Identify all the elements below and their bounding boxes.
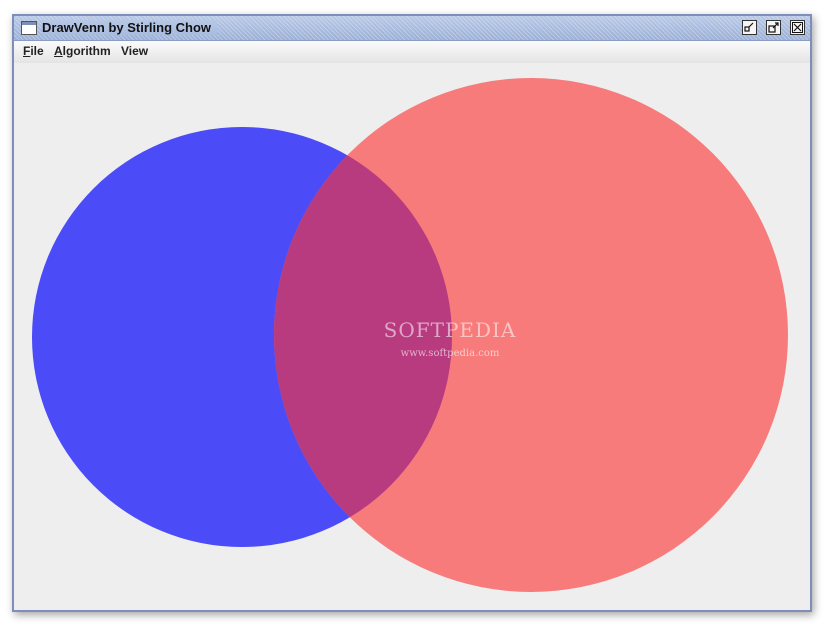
- menu-file[interactable]: File: [23, 44, 44, 58]
- watermark-url: www.softpedia.com: [401, 348, 500, 359]
- minimize-icon[interactable]: [742, 20, 757, 35]
- venn-canvas[interactable]: SOFTPEDIA www.softpedia.com: [14, 63, 810, 610]
- menu-bar: File Algorithm View: [14, 41, 810, 64]
- watermark-brand: SOFTPEDIA: [384, 318, 517, 342]
- title-bar[interactable]: DrawVenn by Stirling Chow: [14, 16, 810, 41]
- menu-algorithm[interactable]: Algorithm: [54, 44, 111, 58]
- app-window: DrawVenn by Stirling Chow File Algorithm…: [12, 14, 812, 612]
- window-title: DrawVenn by Stirling Chow: [42, 20, 218, 35]
- close-icon[interactable]: [790, 20, 805, 35]
- menu-view[interactable]: View: [121, 44, 148, 58]
- menu-file-rest: ile: [30, 44, 44, 58]
- menu-algorithm-rest: lgorithm: [62, 44, 111, 58]
- app-window-icon[interactable]: [21, 21, 37, 35]
- menu-view-label: View: [121, 44, 149, 58]
- menu-algorithm-mnemonic: A: [54, 44, 63, 58]
- maximize-icon[interactable]: [766, 20, 781, 35]
- venn-diagram: SOFTPEDIA www.softpedia.com: [32, 78, 788, 592]
